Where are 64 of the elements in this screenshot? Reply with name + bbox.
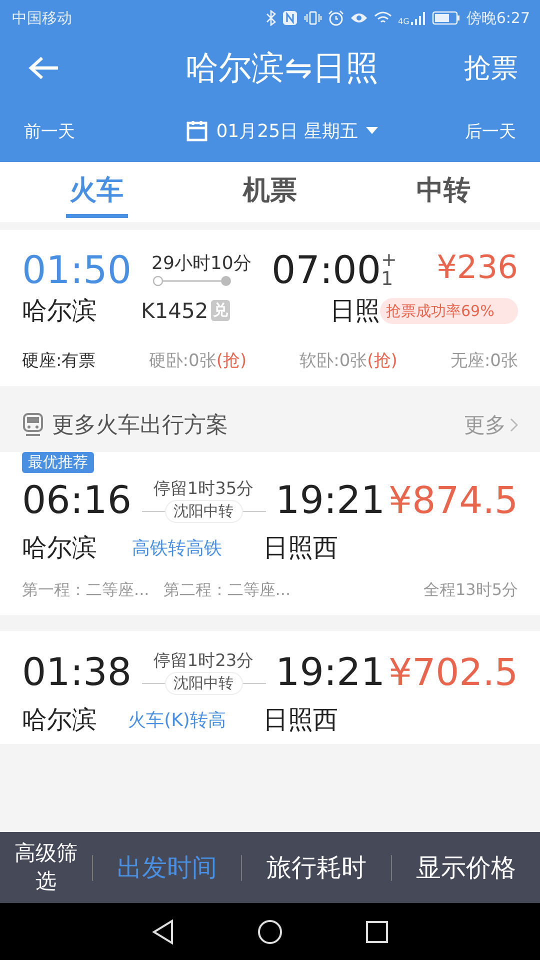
stopover-text: 停留1时35分 [153,478,254,500]
ticket-price: ¥236 [436,248,518,286]
wifi-icon [374,11,392,25]
network-type: 4G [398,16,410,26]
transfer-mode: 火车(K)转高 [127,708,227,732]
departure-station: 哈尔滨 [22,295,97,327]
second-leg-seat: 第二程：二等座... [163,580,291,601]
seat-availability: 无座:0张 [450,350,518,372]
total-duration: 全程13时5分 [423,580,518,601]
vibrate-icon [304,10,322,26]
transfer-card[interactable]: 最优推荐 06:16 停留1时35分 沈阳中转 19:21¥874.5 哈尔滨 高铁转高铁 日照西 第一程：二等座... 第二程：二等座... 全程13时5分 [0,452,540,615]
arrival-time: 19:21 [276,650,386,694]
bluetooth-icon [266,10,276,26]
route-title: 哈尔滨⇋日照 [184,46,380,88]
departure-time: 01:50 [22,248,132,292]
alarm-icon [328,10,344,26]
calendar-icon [186,120,208,142]
arrival-station: 日照西 [263,704,338,736]
ticket-price: ¥874.5 [388,478,518,522]
chevron-right-icon [510,418,518,432]
duration-text: 29小时10分 [152,252,252,276]
transfer-city-label: 沈阳中转 [164,500,243,523]
seat-availability: 硬卧:0张(抢) [148,350,247,372]
success-rate-badge: 抢票成功率69% [380,298,518,324]
departure-time: 06:16 [22,478,132,522]
section-title: 更多火车出行方案 [52,412,228,440]
train-number: K1452 [141,298,208,322]
recommend-tag: 最优推荐 [22,452,94,473]
arrival-time: 07:00 [272,248,382,292]
back-icon[interactable] [152,918,174,944]
filter-option[interactable]: 显示价格 [392,851,540,884]
tab[interactable]: 机票 [238,166,301,218]
transfer-city-label: 沈阳中转 [164,672,243,695]
route-line-icon [152,275,232,288]
ticket-price: ¥702.5 [388,650,518,694]
day-offset: 1 [381,270,394,289]
first-leg-seat: 第一程：二等座... [22,580,150,601]
arrival-station: 日照西 [263,532,338,564]
seat-availability: 硬座:有票 [22,350,96,372]
recents-icon[interactable] [366,920,388,942]
departure-time: 01:38 [22,650,132,694]
nfc-icon [282,10,298,26]
home-icon[interactable] [256,918,283,944]
signal-icon [410,11,426,25]
filter-option[interactable]: 高级筛选 [0,840,92,895]
battery-icon [432,11,460,25]
filter-option[interactable]: 旅行耗时 [242,851,391,884]
carrier-name: 中国移动 [12,8,72,28]
departure-station: 哈尔滨 [22,704,97,736]
back-arrow-icon [28,55,60,81]
tab[interactable]: 中转 [412,166,474,218]
eye-icon [350,11,368,25]
transfer-mode: 高铁转高铁 [131,536,223,560]
dropdown-caret-icon [366,127,378,135]
back-button[interactable] [28,55,60,81]
arrival-time: 19:21 [276,478,386,522]
train-icon [22,413,44,437]
seat-availability: 软卧:0张(抢) [300,350,398,372]
stopover-text: 停留1时23分 [153,650,254,672]
transfer-card[interactable]: 01:38 停留1时23分 沈阳中转 19:21¥702.5 哈尔滨 火车(K)转高 日照西 [0,631,540,744]
arrival-station: 日照 [330,295,380,327]
clock-time: 傍晚6:27 [466,8,530,28]
departure-station: 哈尔滨 [22,532,97,564]
day-offset-sign: + [381,251,397,270]
